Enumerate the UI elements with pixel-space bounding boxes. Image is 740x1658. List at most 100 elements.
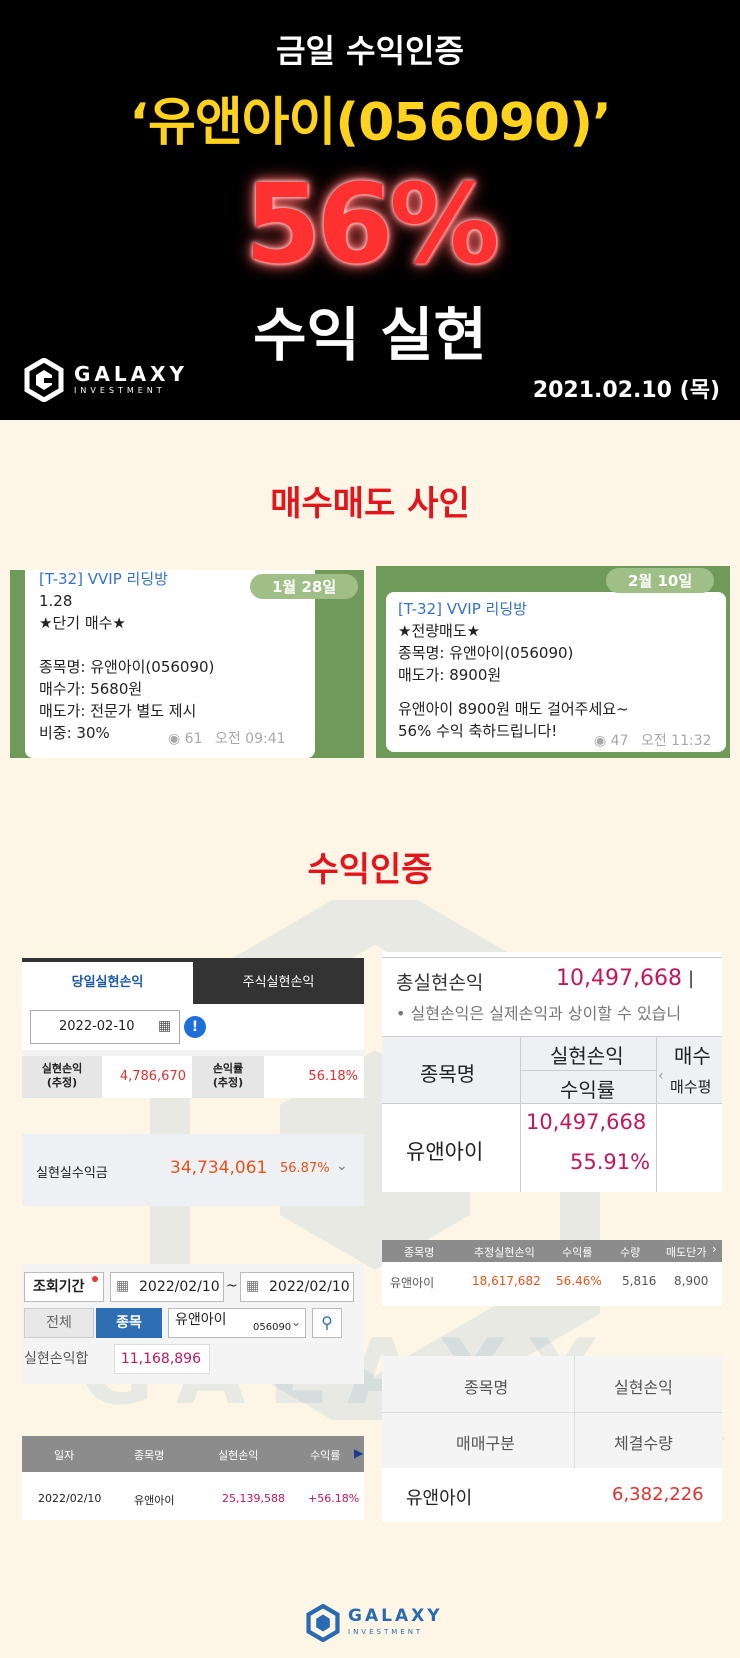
chat-time: 오전 11:32 — [640, 733, 712, 749]
header-banner: 금일 수익인증 ‘유앤아이(056090)’ 56% 수익 실현 GALAXY … — [0, 0, 740, 420]
row-divider — [382, 1412, 722, 1413]
tab-stock-profit[interactable]: 주식실현손익 — [193, 962, 364, 1004]
chat-line-blank — [398, 686, 726, 698]
table-cell: 유앤아이 — [406, 1488, 473, 1509]
chat-line: 유앤아이 8900원 매도 걸어주세요~ — [398, 700, 629, 718]
table-cell: 56.46% — [556, 1274, 602, 1288]
chat-line: 매도가: 전문가 별도 제시 — [39, 702, 197, 720]
table-cell: 유앤아이 — [134, 1494, 175, 1507]
table-cell: 25,139,588 — [222, 1492, 285, 1505]
chevron-right-icon[interactable]: › — [712, 1242, 717, 1256]
label-realized-pl: 실현손익 (추정) — [22, 1056, 102, 1098]
value-realized-pl: 4,786,670 — [102, 1056, 192, 1098]
table-cell: 8,900 — [674, 1274, 709, 1288]
section-title-proof: 수익인증 — [307, 850, 433, 890]
logo-word: GALAXY — [74, 362, 189, 386]
table-header-cell: 일자 — [54, 1449, 75, 1462]
search-icon[interactable]: ⚲ — [312, 1308, 342, 1338]
card-real-profit: 실현실수익금 34,734,061 56.87% ⌄ — [22, 1134, 364, 1206]
chat-line: ★전량매도★ — [398, 622, 481, 640]
calendar-icon[interactable]: ▦ — [158, 1018, 171, 1034]
table-header-cell: 수익률 — [310, 1449, 341, 1462]
table-header: 일자 종목명 실현손익 수익률 ▶ — [22, 1436, 364, 1472]
chat-line: 매수가: 5680원 — [39, 680, 143, 698]
chevron-down-icon: ⌄ — [291, 1315, 302, 1329]
calendar-icon[interactable]: ▦ — [246, 1278, 259, 1294]
footer-logo-sub: INVESTMENT — [348, 1628, 424, 1636]
stock-select[interactable]: 유앤아이 056090 ⌄ — [168, 1308, 306, 1338]
chat-line: 매도가: 8900원 — [398, 666, 502, 684]
card-period-query: 조회기간 2022/02/10 ▦ ~ 2022/02/10 ▦ 전체 종목 유… — [22, 1264, 364, 1384]
card-trade-table: 종목명 실현손익 매매구분 체결수량 유앤아이 6,382,226 — [382, 1356, 722, 1522]
sum-label: 실현손익합 — [24, 1351, 89, 1367]
table-header-cell: 실현손익 — [550, 1044, 624, 1068]
header-stock-title: ‘유앤아이(056090)’ — [129, 93, 612, 153]
row-divider — [520, 1070, 656, 1071]
period-dot-icon — [92, 1276, 98, 1282]
card-total-profit: 총실현손익 10,497,668 | • 실현손익은 실제손익과 상이할 수 있… — [382, 952, 722, 1192]
tab-daily-profit[interactable]: 당일실현손익 — [22, 962, 193, 1004]
value-real-profit-rate: 56.87% — [280, 1161, 330, 1176]
btn-all[interactable]: 전체 — [24, 1308, 94, 1338]
col-divider — [520, 1036, 521, 1192]
chevron-down-icon[interactable]: ⌄ — [336, 1158, 348, 1174]
chat-line: 종목명: 유앤아이(056090) — [39, 658, 215, 676]
btn-stock[interactable]: 종목 — [96, 1308, 162, 1338]
divider-bar: | — [688, 968, 695, 989]
table-row[interactable]: 2022/02/10 유앤아이 25,139,588 +56.18% — [22, 1472, 364, 1520]
col-divider — [656, 1036, 657, 1192]
chat-sell-signal: [T-32] VVIP 리딩방 ★전량매도★ 종목명: 유앤아이(056090)… — [376, 566, 730, 758]
table-cell: 2022/02/10 — [38, 1492, 102, 1505]
table-row[interactable]: 유앤아이 18,617,682 56.46% 5,816 8,900 — [382, 1262, 722, 1306]
chat-bubble: [T-32] VVIP 리딩방 ★전량매도★ 종목명: 유앤아이(056090)… — [386, 592, 726, 752]
table-header-cell: 수익률 — [560, 1078, 616, 1102]
total-label: 총실현손익 — [396, 972, 484, 994]
table-cell: 18,617,682 — [472, 1274, 541, 1288]
total-value: 10,497,668 — [556, 966, 682, 991]
table-header-cell: 종목명 — [404, 1246, 435, 1259]
chat-buy-signal: [T-32] VVIP 리딩방 1.28 ★단기 매수★ 종목명: 유앤아이(0… — [10, 570, 364, 758]
label-real-profit: 실현실수익금 — [36, 1166, 108, 1181]
stock-select-code: 056090 — [253, 1322, 292, 1333]
chat-meta: ◉ 61 오전 09:41 — [168, 728, 286, 748]
chat-line: 종목명: 유앤아이(056090) — [398, 644, 574, 662]
chat-time: 오전 09:41 — [214, 731, 286, 747]
info-icon[interactable]: ! — [184, 1016, 206, 1038]
date-sep: ~ — [226, 1278, 238, 1294]
table-cell-name: 유앤아이 — [406, 1140, 484, 1164]
table-cell-pl: 10,497,668 — [526, 1110, 647, 1134]
header-subtitle: 금일 수익인증 — [276, 32, 464, 70]
table-cell: 5,816 — [622, 1274, 657, 1288]
table-header-cell: 종목명 — [134, 1449, 165, 1462]
header-date: 2021.02.10 (목) — [532, 378, 720, 403]
chat-views: 47 — [610, 733, 629, 749]
galaxy-hex-icon — [306, 1603, 340, 1643]
table-header-cell: 체결수량 — [614, 1434, 673, 1453]
value-real-profit: 34,734,061 — [170, 1158, 268, 1178]
table-header-cell: 실현손익 — [614, 1378, 673, 1397]
caret-right-icon[interactable]: ▶ — [354, 1446, 363, 1460]
calendar-icon[interactable]: ▦ — [116, 1278, 129, 1294]
card-daily-table: 일자 종목명 실현손익 수익률 ▶ 2022/02/10 유앤아이 25,139… — [22, 1436, 364, 1520]
table-row[interactable]: 유앤아이 6,382,226 — [382, 1468, 722, 1522]
chat-date: 1월 28일 — [250, 574, 359, 599]
table-cell: 유앤아이 — [390, 1276, 435, 1290]
table-cell: +56.18% — [308, 1492, 360, 1505]
galaxy-hex-icon — [24, 357, 64, 403]
chat-views: 61 — [184, 731, 203, 747]
sum-value: 11,168,896 — [114, 1344, 210, 1374]
table-header-cell: 종목명 — [464, 1378, 509, 1397]
table-header-cell: 추정실현손익 — [474, 1246, 535, 1259]
chat-date: 2월 10일 — [606, 568, 715, 593]
chevron-left-icon[interactable]: ‹ — [658, 1068, 664, 1084]
note-text: • 실현손익은 실제손익과 상이할 수 있습니 — [396, 1004, 682, 1023]
chat-meta: ◉ 47 오전 11:32 — [594, 730, 712, 750]
table-header-cell: 매도단가 — [666, 1246, 707, 1259]
chat-line-blank — [39, 634, 315, 656]
chat-line: ★단기 매수★ — [39, 614, 126, 632]
galaxy-logo: GALAXY INVESTMENT — [24, 357, 224, 404]
table-header-cell: 실현손익 — [218, 1449, 259, 1462]
sum-value-text: 11,168,896 — [120, 1351, 201, 1367]
stock-select-name: 유앤아이 — [175, 1312, 227, 1328]
table-header-cell: 수익률 — [562, 1246, 593, 1259]
